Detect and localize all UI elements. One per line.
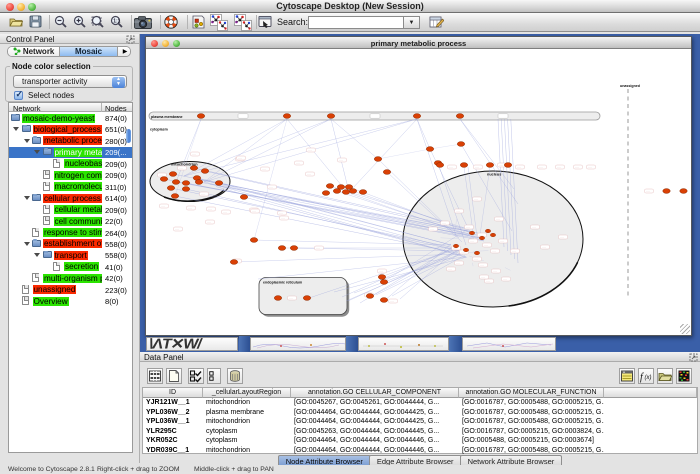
svg-text:····: ···· [316, 246, 320, 250]
svg-text:····: ···· [308, 148, 312, 152]
svg-text:nucleus: nucleus [487, 173, 501, 177]
svg-text:····: ···· [512, 249, 516, 253]
svg-text:····: ···· [238, 156, 242, 160]
svg-text:····: ···· [560, 235, 564, 239]
svg-text:····: ···· [289, 296, 293, 300]
svg-text:plasma membrane: plasma membrane [151, 115, 183, 119]
svg-text:····: ···· [207, 220, 211, 224]
svg-text:····: ···· [475, 165, 479, 169]
svg-text:····: ···· [161, 204, 165, 208]
svg-text:····: ···· [208, 207, 212, 211]
svg-text:cytoplasm: cytoplasm [150, 128, 168, 132]
svg-text:····: ···· [442, 221, 446, 225]
svg-text:····: ···· [517, 165, 521, 169]
svg-text:····: ···· [499, 163, 503, 167]
svg-text:····: ···· [188, 206, 192, 210]
svg-text:····: ···· [252, 209, 256, 213]
svg-text:····: ···· [456, 261, 460, 265]
svg-text:····: ···· [474, 257, 478, 261]
svg-text:····: ···· [179, 166, 183, 170]
svg-text:f: f [640, 372, 644, 383]
svg-text:(x): (x) [645, 375, 652, 381]
svg-text:····: ···· [493, 269, 497, 273]
svg-text:unassigned: unassigned [620, 84, 640, 88]
svg-text:····: ···· [296, 161, 300, 165]
svg-text:····: ···· [262, 167, 266, 171]
svg-text:····: ···· [496, 217, 500, 221]
svg-text:····: ···· [307, 172, 311, 176]
svg-text:····: ···· [223, 210, 227, 214]
svg-text:····: ···· [474, 197, 478, 201]
svg-text:endoplasmic reticulum: endoplasmic reticulum [263, 281, 302, 285]
svg-text:····: ···· [557, 165, 561, 169]
svg-text:····: ···· [481, 275, 485, 279]
svg-text:····: ···· [269, 185, 273, 189]
svg-text:····: ···· [646, 189, 650, 193]
svg-text:····: ···· [281, 216, 285, 220]
svg-text:····: ···· [588, 165, 592, 169]
svg-text:····: ···· [484, 243, 488, 247]
svg-text:mitochondrion: mitochondrion [171, 163, 198, 167]
svg-text:····: ···· [503, 277, 507, 281]
svg-text:····: ···· [532, 225, 536, 229]
svg-text:····: ···· [466, 225, 470, 229]
svg-text:····: ···· [279, 211, 283, 215]
svg-text:····: ···· [470, 239, 474, 243]
svg-text:····: ···· [480, 263, 484, 267]
svg-text:····: ···· [539, 165, 543, 169]
svg-text:1:1: 1:1 [113, 19, 120, 25]
svg-text:····: ···· [339, 158, 343, 162]
svg-text:····: ···· [500, 239, 504, 243]
svg-text:····: ···· [175, 227, 179, 231]
svg-text:····: ···· [201, 192, 205, 196]
svg-text:····: ···· [456, 209, 460, 213]
svg-text:····: ···· [492, 249, 496, 253]
svg-text:····: ···· [430, 227, 434, 231]
svg-text:····: ···· [486, 279, 490, 283]
svg-text:····: ···· [448, 267, 452, 271]
svg-text:····: ···· [379, 269, 383, 273]
svg-text:····: ···· [192, 152, 196, 156]
svg-text:····: ···· [542, 245, 546, 249]
svg-text:····: ···· [575, 165, 579, 169]
svg-text:····: ···· [390, 299, 394, 303]
svg-text:····: ···· [449, 165, 453, 169]
